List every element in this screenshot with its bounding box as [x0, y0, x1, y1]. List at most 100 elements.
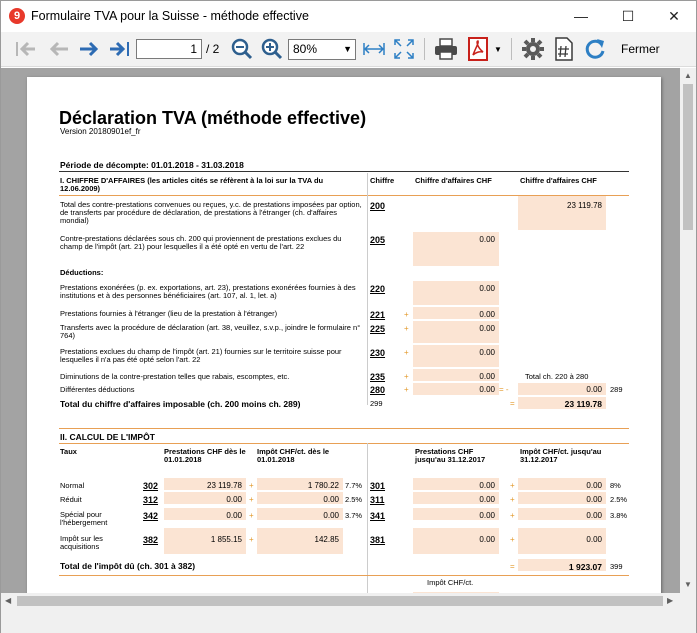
- document-title: Déclaration TVA (méthode effective): [59, 108, 367, 128]
- value-230: 0.00: [479, 348, 495, 357]
- divider: [59, 575, 629, 576]
- toolbar-separator: [424, 38, 425, 60]
- fit-page-icon[interactable]: [391, 36, 417, 62]
- code-289: 289: [610, 385, 623, 394]
- period-label: Période de décompte: 01.01.2018 - 31.03.…: [60, 160, 244, 170]
- row-label: Diminutions de la contre-prestation tell…: [60, 372, 290, 381]
- value-341-tax: 0.00: [586, 511, 602, 520]
- pdf-export-icon[interactable]: [465, 36, 491, 62]
- plus-sign: +: [249, 481, 254, 490]
- rate-312: 2.5%: [345, 495, 363, 504]
- scroll-down-icon[interactable]: ▼: [684, 580, 692, 589]
- toolbar-separator: [511, 38, 512, 60]
- code-235: 235: [370, 372, 386, 382]
- divider: [59, 443, 629, 444]
- last-page-icon[interactable]: [107, 36, 133, 62]
- divider: [367, 443, 368, 593]
- value-382-tax: 142.85: [314, 535, 339, 544]
- rate-label: Spécial pour l'hébergement: [60, 510, 108, 527]
- vertical-scroll-thumb[interactable]: [683, 84, 693, 230]
- equals-sign: =: [510, 562, 515, 571]
- hash-document-icon[interactable]: [551, 36, 577, 62]
- zoom-in-icon[interactable]: [259, 36, 285, 62]
- gear-icon[interactable]: [519, 36, 547, 62]
- col-chiffre-header: Chiffre: [370, 176, 395, 185]
- scroll-up-icon[interactable]: ▲: [684, 71, 692, 80]
- code-341: 341: [370, 511, 386, 521]
- code-382: 382: [143, 535, 159, 545]
- col-p1-header: Prestations CHF dès le 01.01.2018: [164, 447, 246, 464]
- print-icon[interactable]: [431, 36, 461, 62]
- code-302: 302: [143, 481, 159, 491]
- pdf-dropdown-chevron-icon[interactable]: ▼: [492, 36, 504, 62]
- row-label: Prestations fournies à l'étranger (lieu …: [60, 309, 278, 318]
- app-window: 9 Formulaire TVA pour la Suisse - méthod…: [0, 0, 697, 633]
- value-342: 0.00: [226, 511, 242, 520]
- value-205: 0.00: [479, 235, 495, 244]
- plus-sign: +: [510, 481, 515, 490]
- value-280: 0.00: [479, 385, 495, 394]
- divider: [367, 173, 368, 405]
- row-label: Transferts avec la procédure de déclarat…: [60, 323, 361, 340]
- plus-sign: +: [249, 511, 254, 520]
- title-bar: 9 Formulaire TVA pour la Suisse - méthod…: [1, 1, 696, 32]
- horizontal-scrollbar[interactable]: ◀ ▶: [1, 593, 680, 609]
- page-number-input[interactable]: 1: [136, 39, 202, 59]
- divider: [59, 428, 629, 429]
- row-label: Total des contre-prestations convenues o…: [60, 200, 362, 225]
- code-342: 342: [143, 511, 159, 521]
- horizontal-scroll-thumb[interactable]: [17, 596, 663, 606]
- app-logo-icon: 9: [9, 8, 25, 24]
- value-381-tax: 0.00: [586, 535, 602, 544]
- code-280: 280: [370, 385, 386, 395]
- next-page-icon[interactable]: [77, 36, 103, 62]
- code-230: 230: [370, 348, 386, 358]
- col-ca1-header: Chiffre d'affaires CHF: [415, 176, 492, 185]
- value-399: 1 923.07: [568, 562, 602, 572]
- rate-342: 3.7%: [345, 511, 363, 520]
- total-turnover-label: Total du chiffre d'affaires imposable (c…: [60, 399, 301, 409]
- code-221: 221: [370, 310, 386, 320]
- value-381: 0.00: [479, 535, 495, 544]
- code-381: 381: [370, 535, 386, 545]
- rate-341: 3.8%: [610, 511, 628, 520]
- section1-heading: I. CHIFFRE D'AFFAIRES (les articles cité…: [60, 176, 324, 193]
- code-205: 205: [370, 235, 386, 245]
- scroll-right-icon[interactable]: ▶: [667, 596, 673, 605]
- value-220: 0.00: [479, 284, 495, 293]
- minimize-button[interactable]: —: [558, 1, 604, 32]
- rate-302: 7.7%: [345, 481, 363, 490]
- value-221: 0.00: [479, 310, 495, 319]
- fit-width-icon[interactable]: [361, 36, 387, 62]
- document-viewport[interactable]: Déclaration TVA (méthode effective) Vers…: [1, 68, 680, 593]
- value-235: 0.00: [479, 372, 495, 381]
- zoom-out-icon[interactable]: [229, 36, 255, 62]
- rate-label: Impôt sur les acquisitions: [60, 534, 103, 551]
- maximize-button[interactable]: ☐: [605, 1, 651, 32]
- col-ca2-header: Chiffre d'affaires CHF: [520, 176, 597, 185]
- zoom-value: 80%: [293, 42, 318, 56]
- total-note: Total ch. 220 à 280: [525, 372, 589, 381]
- code-311: 311: [370, 495, 385, 505]
- code-200: 200: [370, 201, 386, 211]
- close-button[interactable]: ✕: [651, 1, 697, 32]
- document-page: Déclaration TVA (méthode effective) Vers…: [27, 77, 661, 593]
- refresh-icon[interactable]: [581, 36, 609, 62]
- first-page-icon[interactable]: [13, 36, 39, 62]
- scroll-corner: [680, 593, 696, 609]
- previous-page-icon[interactable]: [45, 36, 71, 62]
- rate-label: Normal: [60, 481, 85, 490]
- vertical-scrollbar[interactable]: ▲ ▼: [680, 68, 696, 593]
- code-225: 225: [370, 324, 386, 334]
- close-document-button[interactable]: Fermer: [621, 42, 660, 56]
- code-312: 312: [143, 495, 159, 505]
- scroll-left-icon[interactable]: ◀: [5, 596, 11, 605]
- toolbar: 1 / 2 80% ▼ ▼ Fermer: [1, 32, 696, 67]
- row-label: Prestations exclues du champ de l'impôt …: [60, 347, 342, 364]
- rate-label: Réduit: [60, 495, 82, 504]
- code-299: 299: [370, 399, 383, 408]
- zoom-select[interactable]: 80% ▼: [288, 39, 356, 60]
- value-342-tax: 0.00: [323, 511, 339, 520]
- value-200: 23 119.78: [567, 201, 602, 210]
- value-341: 0.00: [479, 511, 495, 520]
